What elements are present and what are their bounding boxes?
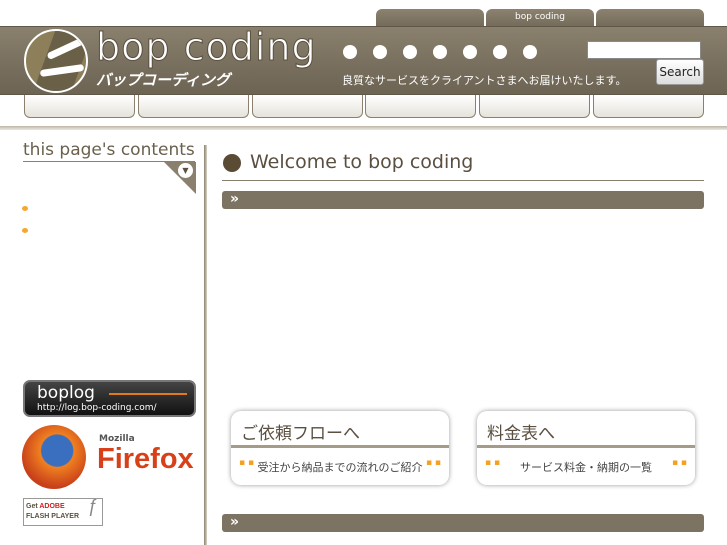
tagline: 良質なサービスをクライアントさまへお届けいたします。 xyxy=(342,74,627,87)
nav-button-2[interactable] xyxy=(138,95,249,118)
sidebar-divider xyxy=(204,145,207,545)
chevron-down-icon[interactable]: ▼ xyxy=(178,163,193,178)
card-title: 料金表へ xyxy=(477,411,695,448)
top-tab-3[interactable] xyxy=(596,9,704,27)
heading-dot-icon xyxy=(223,154,241,172)
decorative-dots xyxy=(343,45,537,59)
flash-player: FLASH PLAYER xyxy=(26,513,80,520)
section-bar: » xyxy=(222,514,704,532)
firefox-logo-icon xyxy=(22,425,86,489)
header: bop coding バップコーディング 良質なサービスをクライアントさまへお届… xyxy=(0,25,727,95)
logo-hands-icon[interactable] xyxy=(24,29,88,93)
bullet-icon[interactable] xyxy=(22,228,28,233)
nav-button-5[interactable] xyxy=(479,95,590,118)
card-subtitle: 受注から納品までの流れのご紹介 xyxy=(231,448,449,475)
site-title[interactable]: bop coding xyxy=(96,25,317,70)
heading-underline xyxy=(222,180,704,181)
boplog-banner[interactable]: boplog http://log.bop-coding.com/ xyxy=(23,380,196,417)
page-heading: Welcome to bop coding xyxy=(250,151,474,173)
price-list-card[interactable]: 料金表へ サービス料金・納期の一覧 xyxy=(477,411,695,485)
flash-adobe: ADOBE xyxy=(39,503,65,510)
order-flow-card[interactable]: ご依頼フローへ 受注から納品までの流れのご紹介 xyxy=(231,411,449,485)
firefox-name: Firefox xyxy=(97,443,194,475)
header-divider xyxy=(0,126,727,130)
boplog-name: boplog xyxy=(37,383,95,403)
bullet-icon[interactable] xyxy=(22,206,28,211)
nav-button-1[interactable] xyxy=(24,95,135,118)
site-title-kana: バップコーディング xyxy=(96,71,230,89)
nav-button-6[interactable] xyxy=(593,95,704,118)
nav-button-4[interactable] xyxy=(365,95,476,118)
boplog-line xyxy=(109,393,187,395)
flash-player-banner[interactable]: Get ADOBE FLASH PLAYER ƒ xyxy=(23,496,103,526)
card-subtitle: サービス料金・納期の一覧 xyxy=(477,448,695,475)
top-tab-1[interactable] xyxy=(376,9,484,27)
search-input[interactable] xyxy=(587,41,701,59)
boplog-url: http://log.bop-coding.com/ xyxy=(37,403,157,413)
card-title: ご依頼フローへ xyxy=(231,411,449,448)
flash-get: Get xyxy=(26,503,38,510)
section-bar: » xyxy=(222,191,704,209)
nav-button-3[interactable] xyxy=(252,95,363,118)
flash-icon: ƒ xyxy=(87,496,98,516)
sidebar-title: this page's contents xyxy=(23,140,195,162)
top-tab-bop-coding[interactable]: bop coding xyxy=(486,9,594,27)
search-button[interactable]: Search xyxy=(656,59,704,85)
firefox-banner[interactable]: Mozilla Firefox xyxy=(22,425,197,490)
